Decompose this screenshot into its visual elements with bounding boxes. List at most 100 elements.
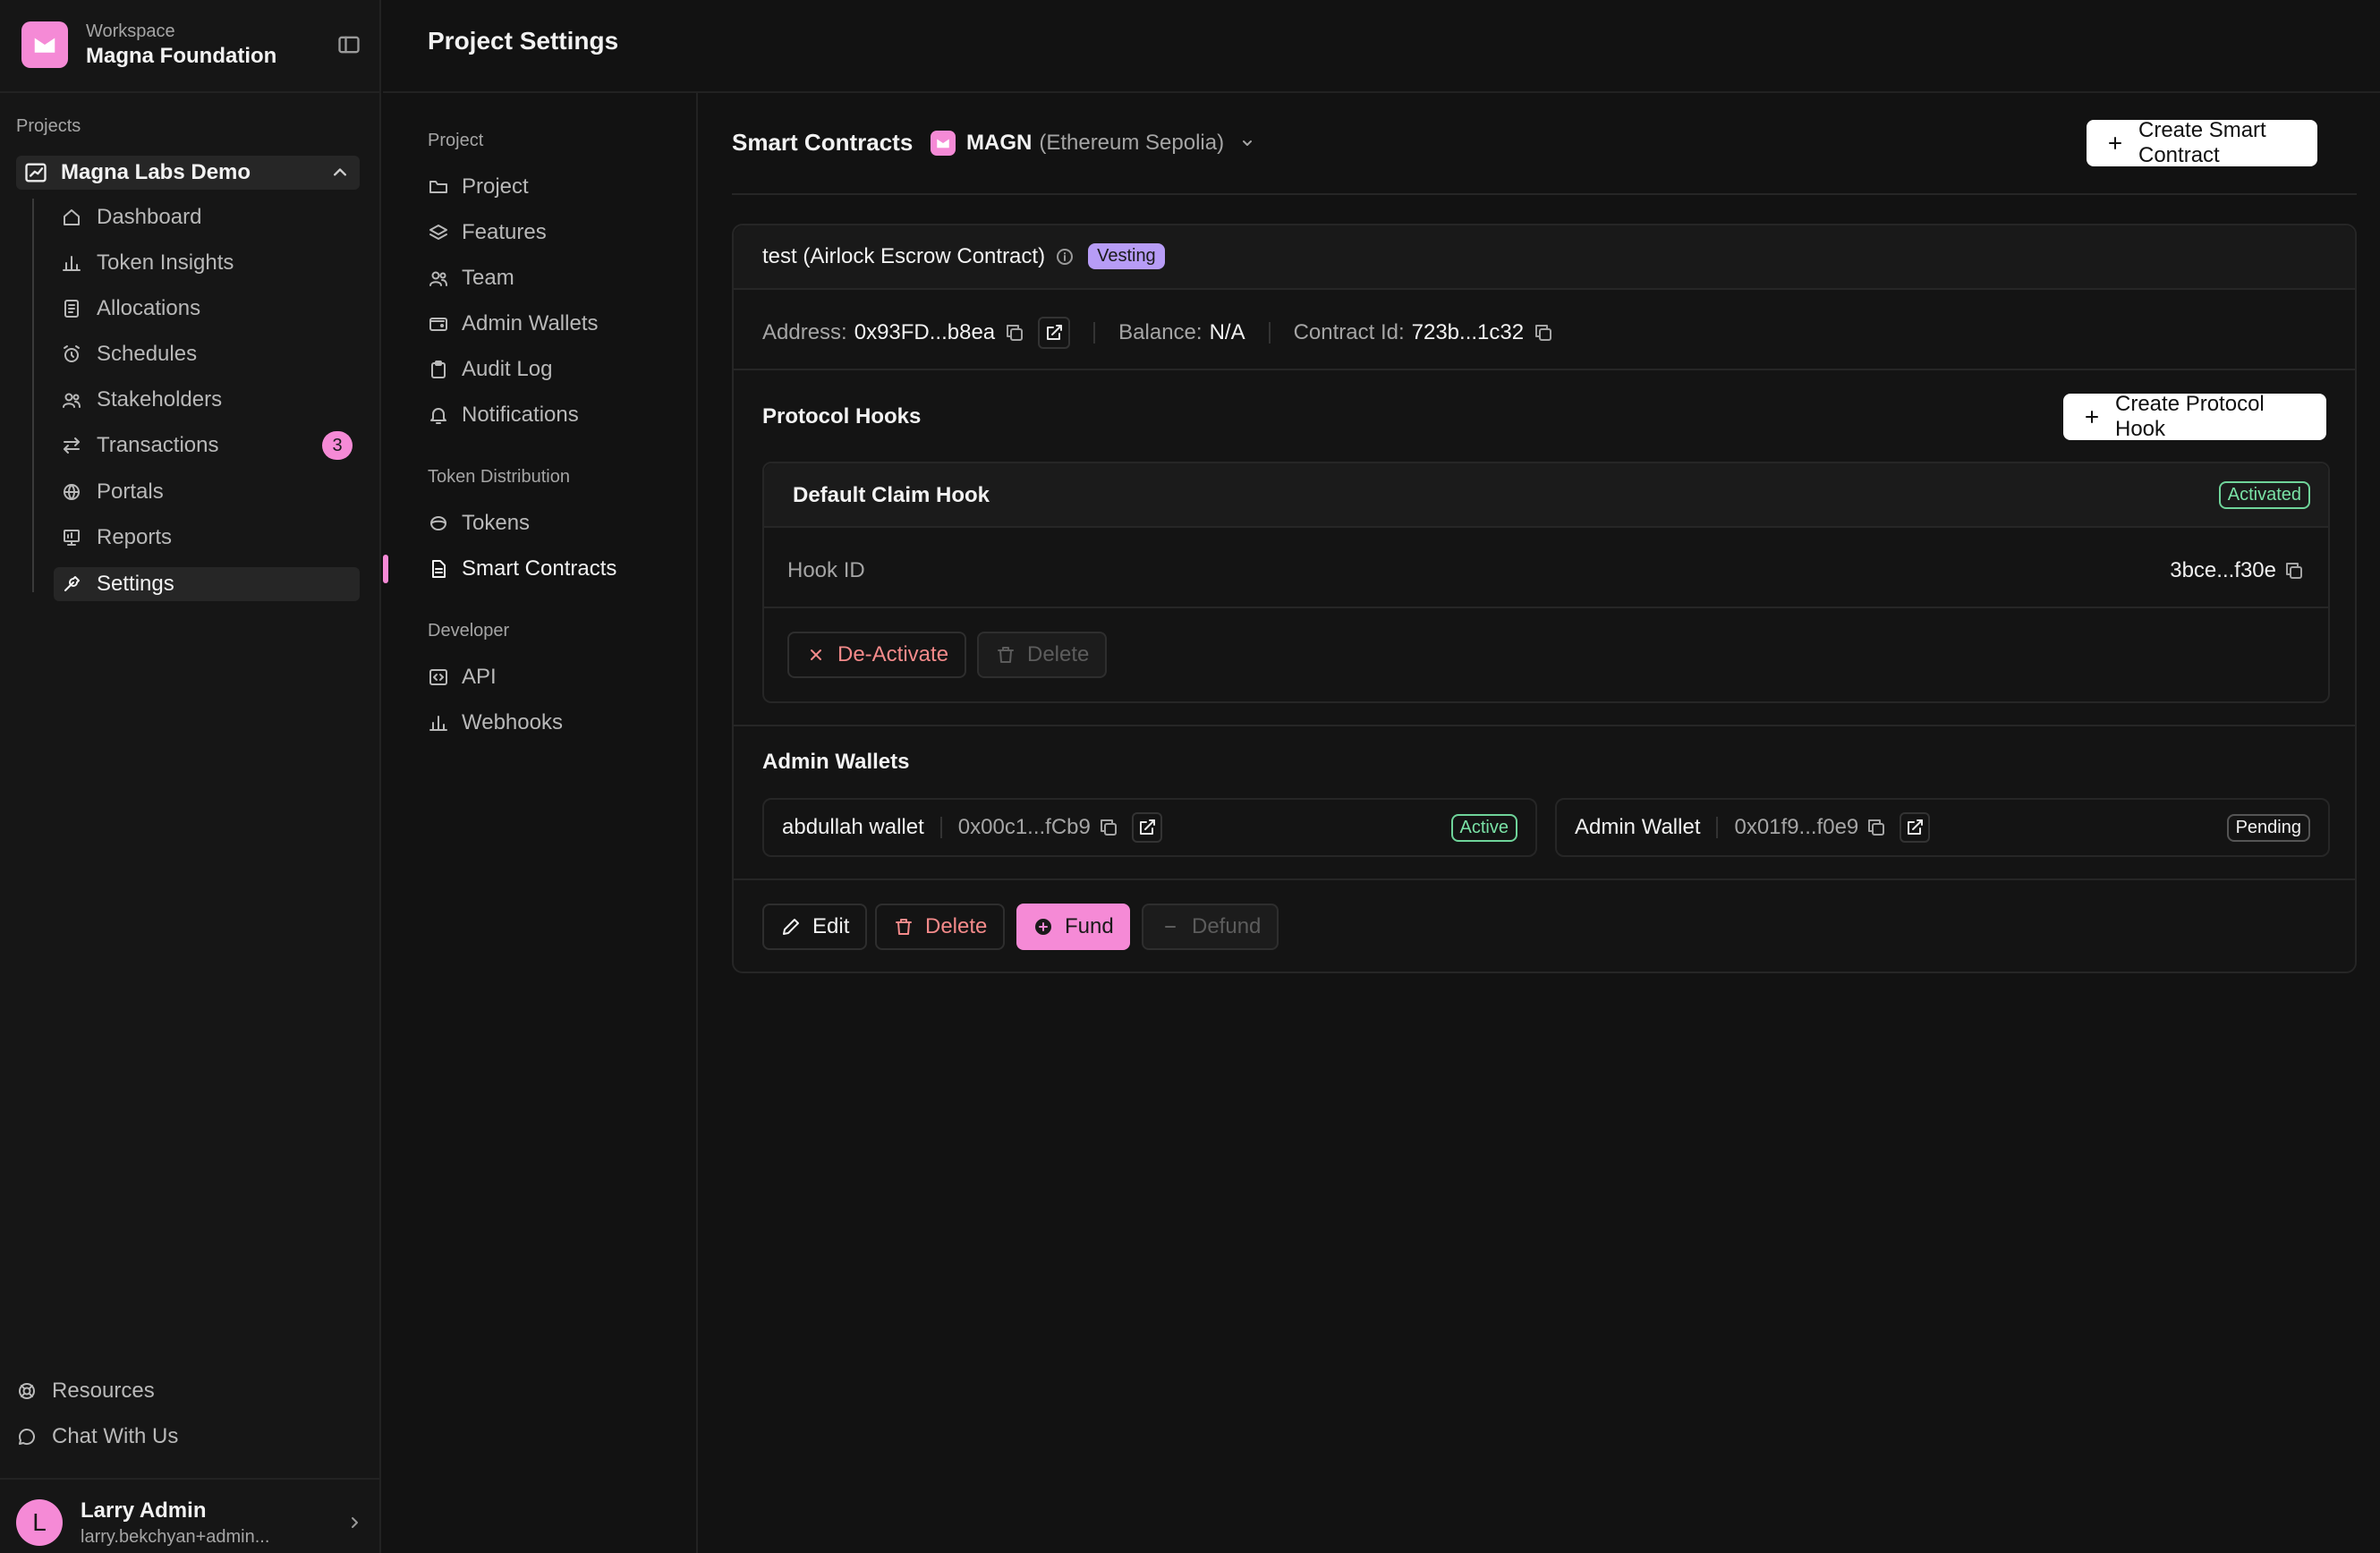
delete-contract-button[interactable]: Delete [875,904,1006,950]
sidebar-item-label: Dashboard [97,205,202,229]
wallet-name: abdullah wallet [782,815,924,839]
sidebar-item-label: Portals [97,479,164,504]
external-link-icon [1904,817,1925,838]
external-link-button[interactable] [1131,812,1162,843]
delete-hook-button[interactable]: Delete [977,632,1108,678]
lifebuoy-icon [16,1380,38,1402]
external-link-button[interactable] [1038,317,1071,349]
plus-circle-icon [1033,916,1054,938]
external-link-icon [1043,322,1065,344]
external-link-button[interactable] [1900,812,1931,843]
sidebar-item-stakeholders[interactable]: Stakeholders [54,383,360,417]
hook-id-label: Hook ID [787,558,865,582]
settings-section-token-distribution: Token Distribution [428,467,570,487]
hook-id-value: 3bce...f30e [2170,558,2276,582]
chevron-up-icon[interactable] [327,160,353,185]
plus-icon [2081,406,2103,428]
settings-item-audit-log[interactable]: Audit Log [428,352,687,386]
copy-icon[interactable] [1004,322,1025,344]
contract-header: test (Airlock Escrow Contract) Vesting [734,225,2355,290]
divider [764,607,2328,608]
contract-id-label: Contract Id: [1293,320,1405,344]
sidebar-item-label: Allocations [97,296,201,320]
create-protocol-hook-button[interactable]: Create Protocol Hook [2063,392,2326,441]
deactivate-hook-button[interactable]: De-Activate [787,632,967,678]
trash-icon [893,916,914,938]
plus-icon [2104,132,2126,154]
sidebar-item-settings[interactable]: Settings [54,567,360,601]
copy-icon[interactable] [1533,322,1554,344]
sidebar-item-token-insights[interactable]: Token Insights [54,246,360,280]
settings-item-admin-wallets[interactable]: Admin Wallets [428,307,687,341]
protocol-hook-card: Default Claim Hook Activated Hook ID 3bc… [762,462,2330,703]
copy-icon[interactable] [2283,560,2305,581]
settings-section-developer: Developer [428,621,510,641]
settings-item-project[interactable]: Project [428,170,687,204]
sidebar-item-portals[interactable]: Portals [54,475,360,509]
chevron-down-icon [1237,132,1258,154]
protocol-hooks-title: Protocol Hooks [762,404,922,429]
arrows-swap-icon [61,435,82,456]
file-text-icon [428,558,449,580]
wrench-icon [61,573,82,595]
admin-wallets-title: Admin Wallets [762,750,910,774]
admin-wallet-row: abdullah wallet 0x00c1...fCb9 Active [762,798,1537,857]
settings-item-smart-contracts[interactable]: Smart Contracts [428,552,687,586]
fund-contract-button[interactable]: Fund [1016,904,1130,950]
wallet-name: Admin Wallet [1575,815,1701,839]
sidebar-item-reports[interactable]: Reports [54,521,360,555]
divider [734,369,2355,370]
divider [1716,817,1719,838]
sidebar-item-label: Reports [97,525,173,549]
project-name: Magna Labs Demo [61,160,251,184]
settings-item-tokens[interactable]: Tokens [428,506,687,540]
resources-link[interactable]: Resources [16,1374,356,1408]
sidebar-item-dashboard[interactable]: Dashboard [54,200,360,234]
sidebar-item-transactions[interactable]: Transactions 3 [54,429,360,463]
settings-item-notifications[interactable]: Notifications [428,398,687,432]
workspace-name: Magna Foundation [86,43,277,68]
token-symbol: MAGN [966,131,1033,155]
create-smart-contract-button[interactable]: Create Smart Contract [2087,118,2317,167]
token-network-selector[interactable]: MAGN (Ethereum Sepolia) [931,127,1258,159]
info-icon[interactable] [1054,246,1075,267]
copy-icon[interactable] [1866,817,1887,838]
copy-icon[interactable] [1098,817,1119,838]
balance-label: Balance: [1118,320,1203,344]
defund-contract-button[interactable]: Defund [1142,904,1279,950]
settings-item-webhooks[interactable]: Webhooks [428,706,687,740]
section-title: Smart Contracts [732,129,914,156]
settings-item-team[interactable]: Team [428,261,687,295]
chat-with-us-link[interactable]: Chat With Us [16,1420,356,1454]
contract-type-badge: Vesting [1088,243,1165,269]
sidebar-item-schedules[interactable]: Schedules [54,337,360,371]
document-icon [61,298,82,319]
divider [0,91,381,93]
settings-nav: Project Project Features Team Admin Wall… [383,93,698,1553]
coins-icon [428,513,449,534]
edit-contract-button[interactable]: Edit [762,904,868,950]
workspace-switcher[interactable]: Workspace Magna Foundation [21,20,361,70]
token-network: (Ethereum Sepolia) [1039,131,1225,155]
user-name: Larry Admin [81,1498,207,1523]
divider [1268,322,1271,344]
sidebar-toggle-icon[interactable] [336,32,361,57]
divider [0,1478,381,1480]
user-email: larry.bekchyan+admin... [81,1526,270,1547]
admin-wallet-row: Admin Wallet 0x01f9...f0e9 Pending [1555,798,2330,857]
pencil-icon [780,916,802,938]
settings-item-features[interactable]: Features [428,216,687,250]
settings-item-api[interactable]: API [428,660,687,694]
chat-bubble-icon [16,1426,38,1447]
divider [939,817,942,838]
clipboard-icon [428,359,449,380]
minus-icon [1160,916,1181,938]
project-selector[interactable]: Magna Labs Demo [16,156,360,190]
user-menu[interactable]: L Larry Admin larry.bekchyan+admin... [16,1496,365,1549]
sidebar-item-allocations[interactable]: Allocations [54,292,360,326]
settings-section-project: Project [428,131,484,150]
chevron-right-icon[interactable] [344,1512,365,1533]
alarm-clock-icon [61,344,82,365]
wallet-icon [428,313,449,335]
projects-section-label: Projects [16,116,81,136]
